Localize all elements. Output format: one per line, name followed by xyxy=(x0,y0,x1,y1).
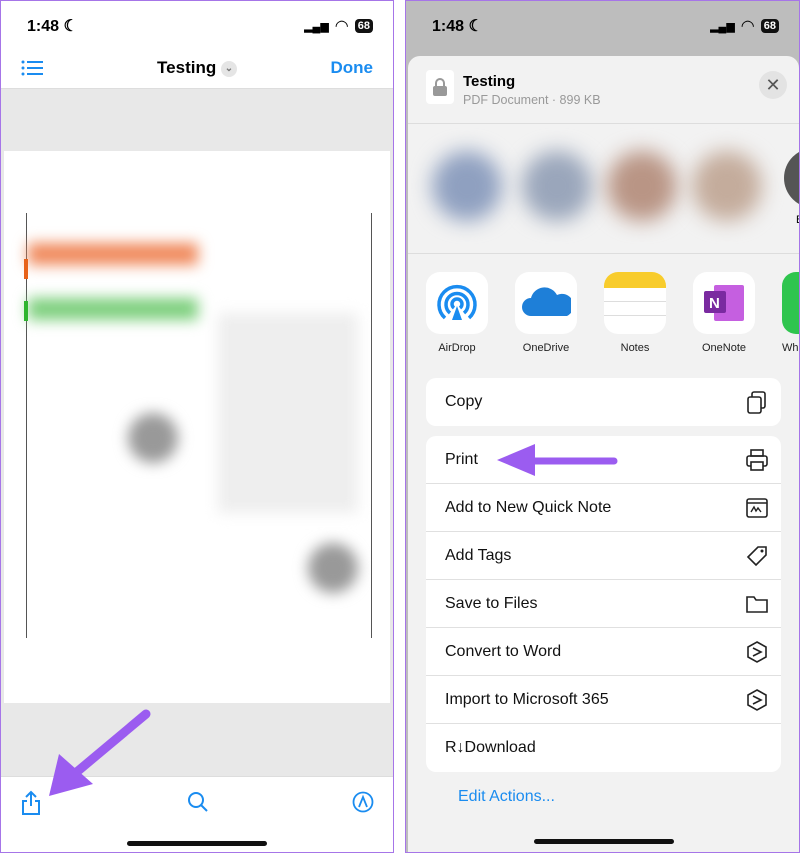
contact-avatar[interactable] xyxy=(522,151,592,221)
nav-bar: Testing ⌄ Done xyxy=(1,46,393,89)
microsoft-365-icon xyxy=(747,689,767,711)
done-button[interactable]: Done xyxy=(331,58,374,78)
tag-icon xyxy=(746,546,767,567)
sheet-title: Testing xyxy=(463,73,516,90)
contact-avatar[interactable] xyxy=(607,151,677,221)
sheet-header: Testing PDF Document · 899 KB ✕ xyxy=(408,56,799,124)
action-import-microsoft-365[interactable]: Import to Microsoft 365 xyxy=(426,676,781,724)
sheet-subtitle: PDF Document · 899 KB xyxy=(463,93,601,107)
signal-icon: ▂▄▆ xyxy=(710,20,735,33)
wifi-icon: ◠ xyxy=(334,18,349,35)
app-airdrop[interactable]: AirDrop xyxy=(426,272,488,354)
quick-note-icon xyxy=(746,498,768,518)
status-time: 1:48 ☾ xyxy=(27,18,78,35)
action-convert-to-word[interactable]: Convert to Word xyxy=(426,628,781,676)
edit-actions-link[interactable]: Edit Actions... xyxy=(458,788,555,806)
signal-icon: ▂▄▆ xyxy=(304,20,329,33)
app-whatsapp[interactable]: Wh xyxy=(782,272,799,354)
status-time: 1:48 ☾ xyxy=(432,18,483,35)
contact-name: B xyxy=(796,214,799,226)
status-bar: 1:48 ☾ ▂▄▆ ◠ 68 xyxy=(1,1,393,46)
microsoft-365-icon xyxy=(747,641,767,663)
copy-icon xyxy=(747,391,766,414)
arrow-annotation xyxy=(497,444,618,476)
actions-group: Print Add to New Quick Note Add Tags Sav… xyxy=(426,436,781,772)
folder-icon xyxy=(746,596,768,613)
action-save-to-files[interactable]: Save to Files xyxy=(426,580,781,628)
app-onenote[interactable]: N OneNote xyxy=(693,272,755,354)
markup-icon[interactable] xyxy=(352,791,374,813)
copy-group: Copy xyxy=(426,378,781,426)
home-indicator xyxy=(533,839,674,844)
notes-icon xyxy=(604,272,666,288)
contact-avatar[interactable] xyxy=(784,148,799,208)
printer-icon xyxy=(746,449,768,471)
share-sheet-screen: 1:48 ☾ ▂▄▆ ◠ 68 Testing PDF Document · 899… xyxy=(405,0,800,853)
battery-icon: 68 xyxy=(354,19,373,33)
home-indicator xyxy=(127,841,267,846)
apps-row: AirDrop OneDrive Notes N OneNote Wh xyxy=(408,253,799,368)
action-add-tags[interactable]: Add Tags xyxy=(426,532,781,580)
app-notes[interactable]: Notes xyxy=(604,272,666,354)
contact-avatar[interactable] xyxy=(432,151,502,221)
close-button[interactable]: ✕ xyxy=(759,71,787,99)
chevron-down-icon: ⌄ xyxy=(220,60,237,77)
wifi-icon: ◠ xyxy=(740,18,755,35)
share-icon[interactable] xyxy=(20,790,42,816)
onedrive-icon xyxy=(522,287,571,316)
onenote-icon: N xyxy=(704,285,744,321)
lock-icon xyxy=(426,70,454,104)
contacts-row: B xyxy=(422,126,799,246)
battery-icon: 68 xyxy=(760,19,779,33)
search-icon[interactable] xyxy=(187,791,209,813)
svg-text:N: N xyxy=(709,295,720,312)
document-area xyxy=(1,89,393,776)
pdf-viewer-screen: 1:48 ☾ ▂▄▆ ◠ 68 Testing ⌄ Done xyxy=(0,0,394,853)
arrow-annotation xyxy=(49,709,151,796)
app-onedrive[interactable]: OneDrive xyxy=(515,272,577,354)
airdrop-icon xyxy=(437,284,477,320)
action-copy[interactable]: Copy xyxy=(426,378,781,426)
action-quick-note[interactable]: Add to New Quick Note xyxy=(426,484,781,532)
contact-avatar[interactable] xyxy=(692,151,762,221)
status-bar: 1:48 ☾ ▂▄▆ ◠ 68 xyxy=(406,1,799,46)
action-rdownload[interactable]: R↓Download xyxy=(426,724,781,772)
pdf-page[interactable] xyxy=(4,151,390,703)
